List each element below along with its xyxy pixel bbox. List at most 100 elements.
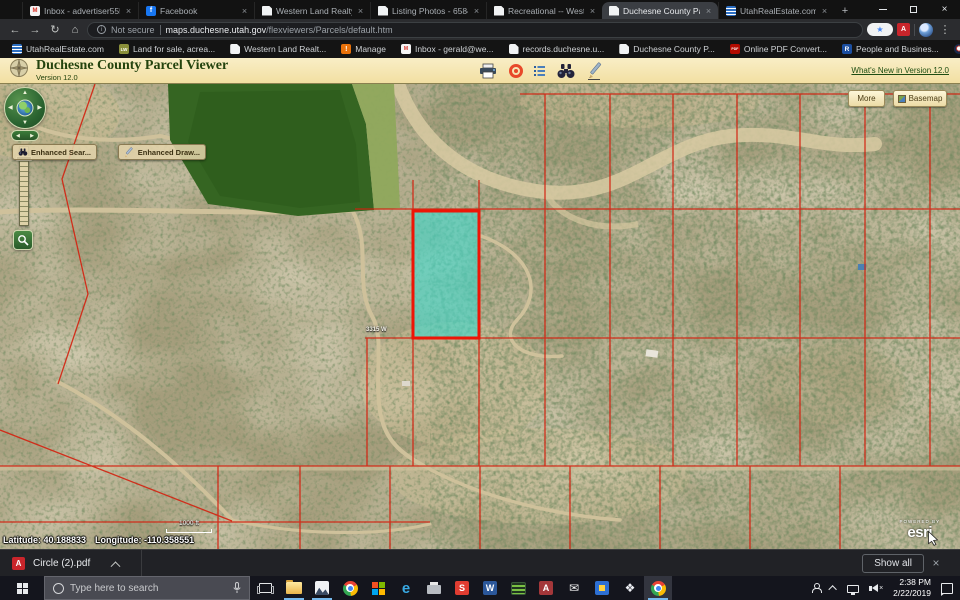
enhanced-search-window[interactable]: Enhanced Sear... (12, 144, 97, 160)
back-button[interactable]: ← (7, 24, 23, 36)
tab-close-icon[interactable]: × (356, 6, 365, 16)
pan-down-icon[interactable]: ▼ (22, 120, 28, 126)
action-center-icon[interactable] (941, 583, 953, 594)
url-domain: maps.duchesne.utah.gov (166, 25, 267, 35)
next-extent-icon[interactable]: ▶ (30, 133, 34, 139)
map-viewport[interactable]: ▲ ▼ ◀ ▶ ◀ ▶ Enhanced Sear... (0, 84, 960, 549)
tab-recreational[interactable]: Recreational -- Western La × (486, 2, 602, 19)
previous-extent-icon[interactable]: ◀ (16, 133, 20, 139)
bookmark-inbox[interactable]: MInbox - gerald@we... (401, 44, 494, 54)
more-button-label: More (857, 94, 875, 103)
site-info-icon[interactable]: i (97, 25, 106, 34)
task-view-button[interactable] (250, 576, 280, 600)
taskbar-icon-access[interactable]: A (532, 576, 560, 600)
taskbar-icon-printer[interactable] (420, 576, 448, 600)
taskbar-icon-dropbox[interactable]: ❖ (616, 576, 644, 600)
bookmark-utahrealestate[interactable]: UtahRealEstate.com (12, 44, 104, 54)
tab-listing-photos[interactable]: Listing Photos - 6584100 - × (370, 2, 486, 19)
tab-label: Facebook (160, 6, 236, 16)
taskbar-icon-chrome-active[interactable] (644, 576, 672, 600)
minimize-button[interactable] (867, 0, 898, 19)
new-tab-button[interactable]: + (834, 2, 856, 19)
close-download-bar-icon[interactable]: × (924, 556, 948, 570)
globe-icon[interactable] (17, 100, 34, 117)
volume-muted-icon[interactable]: × (869, 584, 883, 592)
taskbar-icon-chrome[interactable] (336, 576, 364, 600)
magnifier-button[interactable] (13, 230, 33, 250)
search-binoculars-icon[interactable] (556, 63, 576, 79)
taskbar-icon-photos[interactable] (308, 576, 336, 600)
basemap-button[interactable]: Basemap (893, 90, 947, 107)
results-list-icon[interactable] (534, 66, 545, 76)
taskbar-icon-s-app[interactable]: S (448, 576, 476, 600)
microphone-icon[interactable] (233, 582, 241, 594)
tab-label: Western Land Realty, Inc. A (276, 6, 352, 16)
pan-left-icon[interactable]: ◀ (8, 105, 13, 111)
start-button[interactable] (0, 576, 44, 600)
bookmark-utah-unemployment[interactable]: Utah Unemployme... (954, 44, 960, 54)
tab-close-icon[interactable]: × (472, 6, 481, 16)
bookmark-star-icon[interactable]: ★ (867, 23, 893, 36)
page-icon (230, 44, 240, 54)
enhanced-draw-window[interactable]: Enhanced Draw... (118, 144, 206, 160)
download-item[interactable]: A Circle (2).pdf (12, 557, 119, 570)
identify-icon[interactable] (509, 64, 523, 78)
print-icon[interactable] (479, 63, 498, 79)
reload-button[interactable]: ↻ (47, 23, 63, 36)
taskbar-icon-store[interactable] (364, 576, 392, 600)
draw-pencil-icon[interactable] (587, 62, 605, 80)
map-pan-control[interactable]: ▲ ▼ ◀ ▶ (4, 87, 46, 129)
page-icon (378, 6, 388, 16)
system-tray: × 2:38 PM 2/22/2019 (811, 576, 960, 600)
taskbar-icon-keyboard-app[interactable] (504, 576, 532, 600)
taskbar-icon-file-explorer[interactable] (280, 576, 308, 600)
tab-close-icon[interactable]: × (124, 6, 133, 16)
taskbar-icon-edge[interactable]: e (392, 576, 420, 600)
address-bar[interactable]: i Not secure maps.duchesne.utah.gov/flex… (87, 22, 863, 38)
more-button[interactable]: More (848, 90, 885, 107)
taskbar-icon-blue-p-app[interactable] (588, 576, 616, 600)
clock-time: 2:38 PM (893, 577, 931, 588)
extent-history-control[interactable]: ◀ ▶ (11, 130, 39, 141)
bookmark-records-duchesne[interactable]: records.duchesne.u... (509, 44, 605, 54)
pdf-icon: PDF (730, 44, 740, 54)
whats-new-link[interactable]: What's New in Version 12.0 (851, 66, 949, 75)
bookmark-duchesne-county[interactable]: Duchesne County P... (619, 44, 715, 54)
tab-duchesne-parcel-viewer[interactable]: Duchesne County Parcel V × (602, 2, 718, 19)
bookmark-pdf-converter[interactable]: PDFOnline PDF Convert... (730, 44, 827, 54)
profile-avatar[interactable] (919, 23, 933, 37)
tab-close-icon[interactable]: × (704, 6, 713, 16)
taskbar-search-box[interactable]: Type here to search (44, 576, 250, 600)
close-window-button[interactable]: × (929, 0, 960, 19)
gmail-icon: M (401, 44, 411, 54)
bookmark-western-land[interactable]: Western Land Realt... (230, 44, 326, 54)
home-button[interactable]: ⌂ (67, 24, 83, 36)
tab-facebook[interactable]: f Facebook × (138, 2, 254, 19)
pan-up-icon[interactable]: ▲ (22, 90, 28, 96)
download-options-chevron-icon[interactable] (111, 561, 121, 571)
tab-close-icon[interactable]: × (588, 6, 597, 16)
adobe-extension-icon[interactable]: A (897, 23, 910, 36)
tab-western-land-realty[interactable]: Western Land Realty, Inc. A × (254, 2, 370, 19)
bookmark-manage[interactable]: !Manage (341, 44, 386, 54)
maximize-button[interactable] (898, 0, 929, 19)
people-icon[interactable] (811, 583, 821, 593)
network-icon[interactable] (847, 585, 859, 593)
taskbar-icon-mail[interactable]: ✉ (560, 576, 588, 600)
app-title: Duchesne County Parcel Viewer (36, 59, 228, 73)
show-all-downloads-button[interactable]: Show all (862, 554, 924, 573)
bookmark-label: records.duchesne.u... (523, 44, 605, 54)
pan-right-icon[interactable]: ▶ (37, 105, 42, 111)
browser-menu-icon[interactable]: ⋮ (937, 23, 953, 36)
tab-utahrealestate[interactable]: UtahRealEstate.com | WFR × (718, 2, 834, 19)
bookmark-land-for-sale[interactable]: LWLand for sale, acrea... (119, 44, 215, 54)
tab-close-icon[interactable]: × (240, 6, 249, 16)
taskbar-clock[interactable]: 2:38 PM 2/22/2019 (893, 577, 931, 598)
tab-inbox[interactable]: M Inbox - advertiser5557@g × (22, 2, 138, 19)
tab-close-icon[interactable]: × (820, 6, 829, 16)
taskbar-icon-word[interactable]: W (476, 576, 504, 600)
tab-label: Listing Photos - 6584100 - (392, 6, 468, 16)
bookmark-people-business[interactable]: RPeople and Busines... (842, 44, 939, 54)
hidden-icons-chevron-icon[interactable] (828, 585, 836, 593)
forward-button[interactable]: → (27, 24, 43, 36)
